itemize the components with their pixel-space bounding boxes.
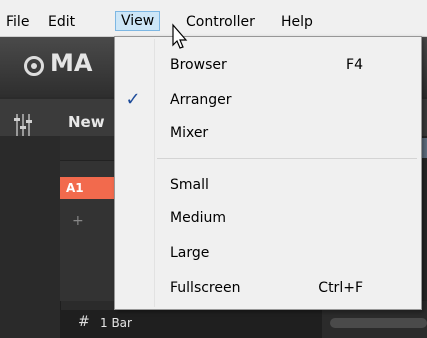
view-menu-dropdown: Browser F4 ✓ Arranger Mixer Small Medium… (114, 36, 422, 310)
menu-item-large[interactable]: Large (115, 240, 421, 266)
menu-help[interactable]: Help (281, 12, 313, 32)
menu-item-mixer[interactable]: Mixer (115, 120, 421, 146)
track-a1[interactable]: A1 (60, 177, 122, 199)
left-column (0, 136, 61, 338)
menu-view[interactable]: View (115, 11, 161, 31)
menu-item-label: Arranger (170, 92, 232, 108)
lane-header (60, 136, 120, 161)
menu-item-label: Fullscreen (170, 280, 241, 296)
menu-edit[interactable]: Edit (48, 12, 75, 32)
menu-separator (157, 158, 417, 159)
menu-item-small[interactable]: Small (115, 172, 421, 198)
menu-item-browser[interactable]: Browser F4 (115, 52, 421, 78)
menu-controller[interactable]: Controller (186, 12, 255, 32)
menu-item-label: Medium (170, 210, 226, 226)
menu-item-label: Small (170, 177, 209, 193)
bar-length-label[interactable]: 1 Bar (100, 316, 132, 330)
app-logo-text: MA (50, 49, 93, 77)
menu-item-fullscreen[interactable]: Fullscreen Ctrl+F (115, 275, 421, 301)
menu-item-shortcut: Ctrl+F (318, 280, 363, 296)
horizontal-scrollbar[interactable] (330, 318, 427, 328)
menu-item-shortcut: F4 (346, 57, 363, 73)
menu-file[interactable]: File (6, 12, 29, 32)
menu-item-label: Mixer (170, 125, 209, 141)
menu-item-label: Browser (170, 57, 227, 73)
menu-item-arranger[interactable]: ✓ Arranger (115, 87, 421, 113)
toolbar-new-label[interactable]: New (68, 113, 105, 131)
add-track-icon[interactable]: + (72, 213, 84, 229)
check-icon: ✓ (125, 89, 141, 110)
menu-item-medium[interactable]: Medium (115, 205, 421, 231)
menu-item-label: Large (170, 245, 210, 261)
mouse-cursor-icon (167, 23, 189, 53)
menu-bar: File Edit View Controller Help (0, 0, 427, 37)
grid-icon[interactable]: # (78, 314, 90, 330)
logo-icon (24, 56, 44, 76)
